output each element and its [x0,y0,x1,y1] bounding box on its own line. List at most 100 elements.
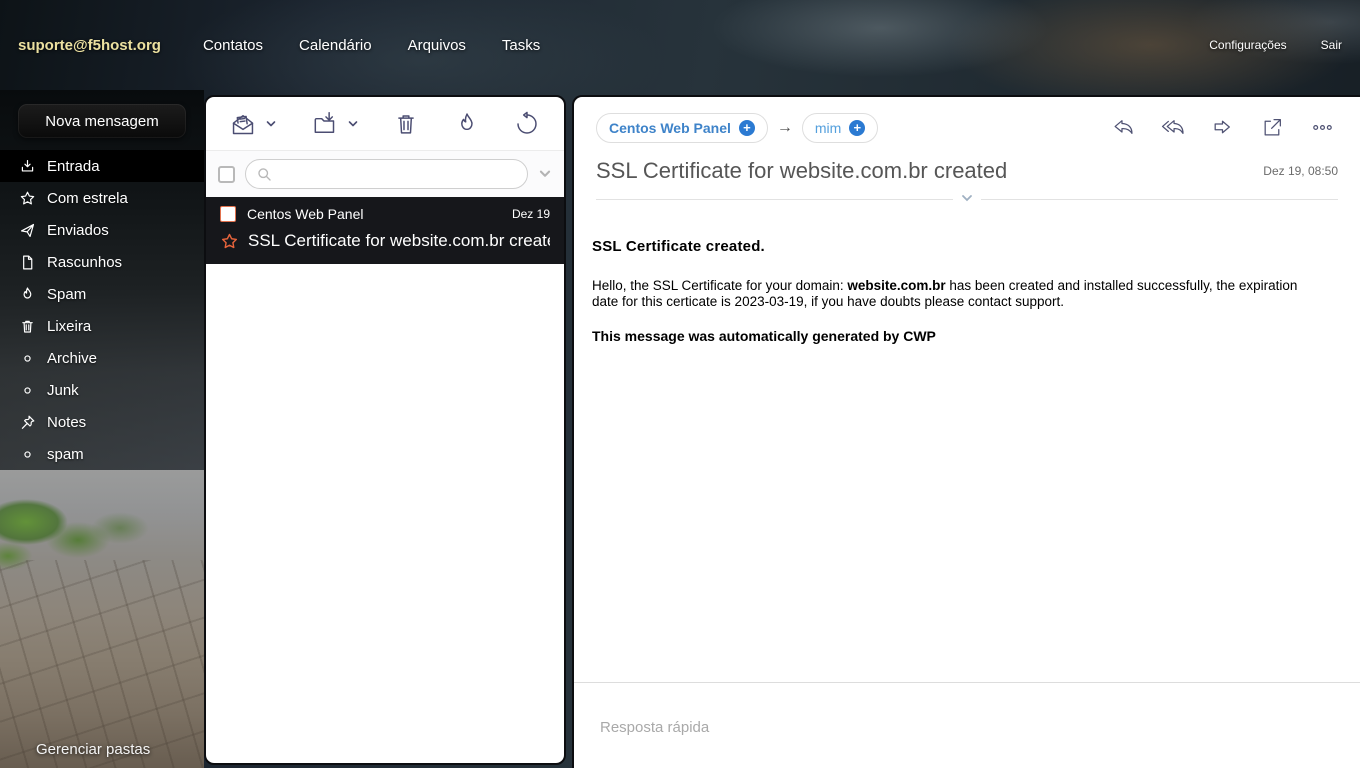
flag-star-icon[interactable] [220,232,239,251]
folder-move-icon [312,111,338,137]
reply-button[interactable] [1111,116,1134,139]
forward-button[interactable] [1211,116,1234,139]
paper-plane-icon [18,221,36,239]
message-subject: SSL Certificate for website.com.br creat… [248,231,550,251]
folder-label: Com estrela [47,190,128,207]
sidebar-item-archive[interactable]: Archive [0,342,204,374]
trash-icon [18,317,36,335]
quick-reply-area [574,682,1360,768]
move-menu-button[interactable] [347,118,359,130]
top-bar-right: Configurações Sair [1209,38,1342,52]
body-footer: This message was automatically generated… [592,328,1342,344]
account-email: suporte@f5host.org [18,37,161,54]
folder-sidebar: Nova mensagem Entrada Com estrela Enviad… [0,90,204,768]
chevron-down-icon [347,118,359,130]
sender-name: Centos Web Panel [609,120,731,136]
fire-icon [454,111,480,137]
nav-item-calendario[interactable]: Calendário [299,37,372,54]
junk-button[interactable] [454,111,480,137]
pushpin-icon [18,413,36,431]
message-sender: Centos Web Panel [247,206,363,222]
search-options-button[interactable] [538,167,552,181]
message-datetime: Dez 19, 08:50 [1243,164,1338,178]
nav-item-arquivos[interactable]: Arquivos [408,37,466,54]
sidebar-item-lixeira[interactable]: Lixeira [0,310,204,342]
domain-name: website.com.br [847,278,945,293]
chevron-down-icon [265,118,277,130]
refresh-button[interactable] [514,111,540,137]
nav-item-tasks[interactable]: Tasks [502,37,540,54]
message-list-panel: Centos Web Panel Dez 19 SSL Certificate … [204,95,566,765]
nav-item-contatos[interactable]: Contatos [203,37,263,54]
search-icon [256,166,273,183]
chevron-down-icon [538,167,552,181]
folder-label: spam [47,446,84,463]
top-bar: suporte@f5host.org Contatos Calendário A… [0,0,1360,90]
sender-pill[interactable]: Centos Web Panel + [596,113,768,143]
select-all-checkbox[interactable] [218,166,235,183]
reading-pane: Centos Web Panel + → mim + [572,95,1360,768]
inbox-icon [18,157,36,175]
recipient-name: mim [815,120,841,136]
folder-label: Lixeira [47,318,91,335]
open-external-button[interactable] [1261,116,1284,139]
quick-reply-input[interactable] [600,719,1100,736]
sidebar-item-junk[interactable]: Junk [0,374,204,406]
folder-list: Entrada Com estrela Enviados Rascunhos S… [0,150,204,470]
reply-icon [1111,116,1134,139]
compose-button[interactable]: Nova mensagem [18,104,186,138]
to-arrow: → [777,119,793,137]
refresh-icon [514,111,540,137]
add-contact-icon[interactable]: + [739,120,755,136]
sidebar-item-rascunhos[interactable]: Rascunhos [0,246,204,278]
fire-icon [18,285,36,303]
sidebar-item-entrada[interactable]: Entrada [0,150,204,182]
sidebar-item-spam[interactable]: Spam [0,278,204,310]
mail-read-icon [230,111,256,137]
sidebar-item-enviados[interactable]: Enviados [0,214,204,246]
body-paragraph: Hello, the SSL Certificate for your doma… [592,278,1322,310]
sidebar-item-notes[interactable]: Notes [0,406,204,438]
body-heading: SSL Certificate created. [592,238,1342,255]
mark-read-menu-button[interactable] [265,118,277,130]
file-icon [18,253,36,271]
more-options-button[interactable] [1311,116,1334,139]
message-date: Dez 19 [512,207,550,221]
move-message-button[interactable] [312,111,338,137]
dot-icon [18,349,36,367]
delete-button[interactable] [393,111,419,137]
header-divider [596,199,1338,200]
folder-label: Notes [47,414,86,431]
list-search-row [206,150,564,197]
add-contact-icon[interactable]: + [849,120,865,136]
message-checkbox[interactable] [220,206,236,222]
reply-all-button[interactable] [1161,116,1184,139]
manage-folders-link[interactable]: Gerenciar pastas [36,741,150,758]
expand-details-button[interactable] [953,191,981,210]
star-icon [18,189,36,207]
forward-icon [1211,116,1234,139]
open-external-icon [1261,116,1284,139]
folder-label: Rascunhos [47,254,122,271]
message-subject-title: SSL Certificate for website.com.br creat… [596,158,1007,184]
settings-link[interactable]: Configurações [1209,38,1286,52]
more-options-icon [1311,116,1334,139]
folder-label: Spam [47,286,86,303]
folder-label: Archive [47,350,97,367]
mark-read-button[interactable] [230,111,256,137]
list-toolbar [206,97,564,150]
folder-label: Junk [47,382,79,399]
dot-icon [18,445,36,463]
top-navigation: Contatos Calendário Arquivos Tasks [203,37,540,54]
trash-icon [393,111,419,137]
message-list-item[interactable]: Centos Web Panel Dez 19 SSL Certificate … [206,197,564,264]
sidebar-item-com-estrela[interactable]: Com estrela [0,182,204,214]
folder-label: Entrada [47,158,100,175]
recipient-pill[interactable]: mim + [802,113,878,143]
logout-link[interactable]: Sair [1321,38,1342,52]
sidebar-item-spam2[interactable]: spam [0,438,204,470]
search-input[interactable] [279,167,517,182]
search-box[interactable] [245,159,528,189]
chevron-down-icon [960,191,974,205]
reading-header: Centos Web Panel + → mim + [574,97,1360,200]
